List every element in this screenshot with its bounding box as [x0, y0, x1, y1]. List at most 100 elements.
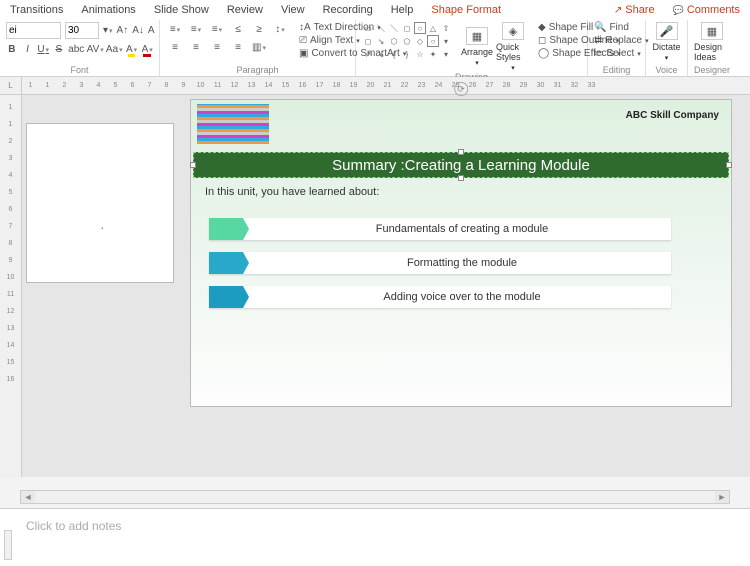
group-label-font: Font	[6, 65, 153, 76]
bullet-item[interactable]: Fundamentals of creating a module	[209, 218, 671, 240]
align-left-button[interactable]: ≡	[166, 40, 184, 55]
slide-thumbnail[interactable]	[26, 123, 174, 283]
justify-button[interactable]: ≡	[229, 40, 247, 55]
dictate-button[interactable]: 🎤Dictate▾	[652, 22, 681, 62]
increase-indent-button[interactable]: ≥	[250, 22, 268, 37]
share-button[interactable]: Share	[608, 2, 661, 18]
tab-recording[interactable]: Recording	[317, 2, 379, 18]
ruler-horizontal[interactable]: 1123456789101112131415161718192021222324…	[22, 77, 750, 95]
ruler-vertical[interactable]: 112345678910111213141516	[0, 95, 22, 477]
comments-button[interactable]: Comments	[667, 2, 746, 18]
clear-format-button[interactable]: A	[148, 23, 155, 38]
scroll-right-button[interactable]: ►	[715, 491, 729, 503]
shrink-font-button[interactable]: A↓	[132, 23, 144, 38]
align-right-button[interactable]: ≡	[208, 40, 226, 55]
selection-handle[interactable]	[458, 149, 464, 155]
group-designer: ▦Design Ideas Designer	[688, 20, 736, 76]
bullet-item[interactable]: Formatting the module	[209, 252, 671, 274]
select-button[interactable]: ▭Select▾	[594, 48, 639, 59]
text-direction-icon: ↕A	[299, 22, 311, 33]
tab-animations[interactable]: Animations	[75, 2, 141, 18]
group-drawing: ▭＼＼◻○△⇧ ◻↘⬡⬠◇○▾ ↗↘{}☆✦▾ ▦Arrange▾ ◈Quick…	[356, 20, 588, 76]
list-level-button[interactable]: ≡	[208, 22, 226, 37]
ribbon-body: ▾ A↑ A↓ A B I U S abc AV Aa A A Font	[0, 20, 750, 76]
workspace: L 11234567891011121314151617181920212223…	[0, 77, 750, 477]
scroll-track[interactable]	[35, 491, 715, 503]
quick-styles-button[interactable]: ◈Quick Styles▾	[496, 22, 530, 72]
align-text-icon: ⎚	[299, 35, 307, 46]
shapes-gallery[interactable]: ▭＼＼◻○△⇧ ◻↘⬡⬠◇○▾ ↗↘{}☆✦▾	[362, 22, 452, 60]
selection-handle[interactable]	[726, 162, 732, 168]
align-center-button[interactable]: ≡	[187, 40, 205, 55]
tab-shape-format[interactable]: Shape Format	[425, 2, 507, 18]
bullet-tag-icon	[209, 252, 243, 274]
smartart-icon: ▣	[299, 48, 308, 59]
highlight-button[interactable]: A	[126, 42, 138, 57]
bullet-text: Fundamentals of creating a module	[243, 218, 671, 240]
shadow-button[interactable]: abc	[69, 42, 84, 57]
bullet-item[interactable]: Adding voice over to the module	[209, 286, 671, 308]
arrange-icon: ▦	[466, 27, 488, 45]
horizontal-scrollbar[interactable]: ◄ ►	[20, 490, 730, 504]
tab-slideshow[interactable]: Slide Show	[148, 2, 215, 18]
bullet-text: Formatting the module	[243, 252, 671, 274]
ruler-corner: L	[0, 77, 22, 95]
spacing-button[interactable]: AV	[88, 42, 103, 57]
select-icon: ▭	[594, 48, 603, 59]
tab-help[interactable]: Help	[385, 2, 420, 18]
arrange-button[interactable]: ▦Arrange▾	[460, 22, 494, 72]
selection-handle[interactable]	[190, 162, 196, 168]
dictate-icon: 🎤	[656, 22, 678, 40]
group-voice: 🎤Dictate▾ Voice	[646, 20, 688, 76]
bullet-list: Fundamentals of creating a module Format…	[209, 218, 671, 308]
selection-handle[interactable]	[458, 175, 464, 181]
design-ideas-button[interactable]: ▦Design Ideas	[694, 22, 730, 62]
font-size-select[interactable]	[65, 22, 99, 39]
bullet-text: Adding voice over to the module	[243, 286, 671, 308]
grow-font-button[interactable]: A↑	[117, 23, 129, 38]
shape-effects-icon: ◯	[538, 48, 549, 59]
numbering-button[interactable]: ≡	[187, 22, 205, 37]
case-button[interactable]: Aa	[107, 42, 122, 57]
tab-review[interactable]: Review	[221, 2, 269, 18]
underline-button[interactable]: U	[37, 42, 49, 57]
font-size-dropdown-icon[interactable]: ▾	[103, 23, 113, 38]
intro-text: In this unit, you have learned about:	[205, 186, 379, 198]
notes-placeholder: Click to add notes	[26, 519, 121, 533]
shape-outline-icon: ◻	[538, 35, 546, 46]
scroll-left-button[interactable]: ◄	[21, 491, 35, 503]
replace-button[interactable]: ⇄Replace▾	[594, 35, 639, 46]
slide-canvas[interactable]: ABC Skill Company Summary :Creating a Le…	[190, 99, 732, 407]
slide-logo-image[interactable]	[197, 104, 269, 144]
slide-thumbnails-panel[interactable]	[26, 99, 182, 473]
group-label-editing: Editing	[594, 65, 639, 76]
tab-view[interactable]: View	[275, 2, 311, 18]
slide-title-shape[interactable]: Summary :Creating a Learning Module	[193, 152, 729, 178]
bullets-button[interactable]: ≡	[166, 22, 184, 37]
group-label-paragraph: Paragraph	[166, 65, 349, 76]
rotation-handle-icon[interactable]	[454, 84, 468, 95]
bullet-tag-icon	[209, 286, 243, 308]
quick-styles-icon: ◈	[502, 22, 524, 40]
notes-pane[interactable]: Click to add notes	[0, 508, 750, 566]
slide-title-text: Summary :Creating a Learning Module	[332, 157, 590, 174]
group-label-voice: Voice	[652, 65, 681, 76]
find-icon: 🔍	[594, 22, 606, 33]
strike-button[interactable]: S	[53, 42, 65, 57]
font-color-button[interactable]: A	[141, 42, 153, 57]
columns-button[interactable]: ▥	[250, 40, 268, 55]
find-button[interactable]: 🔍Find	[594, 22, 639, 33]
font-family-select[interactable]	[6, 22, 61, 39]
replace-icon: ⇄	[594, 35, 602, 46]
bold-button[interactable]: B	[6, 42, 18, 57]
design-ideas-icon: ▦	[701, 22, 723, 40]
italic-button[interactable]: I	[22, 42, 34, 57]
line-spacing-button[interactable]: ↕	[271, 22, 289, 37]
decrease-indent-button[interactable]: ≤	[229, 22, 247, 37]
group-label-designer: Designer	[694, 65, 730, 76]
group-editing: 🔍Find ⇄Replace▾ ▭Select▾ Editing	[588, 20, 646, 76]
company-label: ABC Skill Company	[626, 110, 719, 121]
ribbon: Transitions Animations Slide Show Review…	[0, 0, 750, 77]
tab-transitions[interactable]: Transitions	[4, 2, 69, 18]
notes-scrollbar[interactable]	[4, 530, 12, 560]
